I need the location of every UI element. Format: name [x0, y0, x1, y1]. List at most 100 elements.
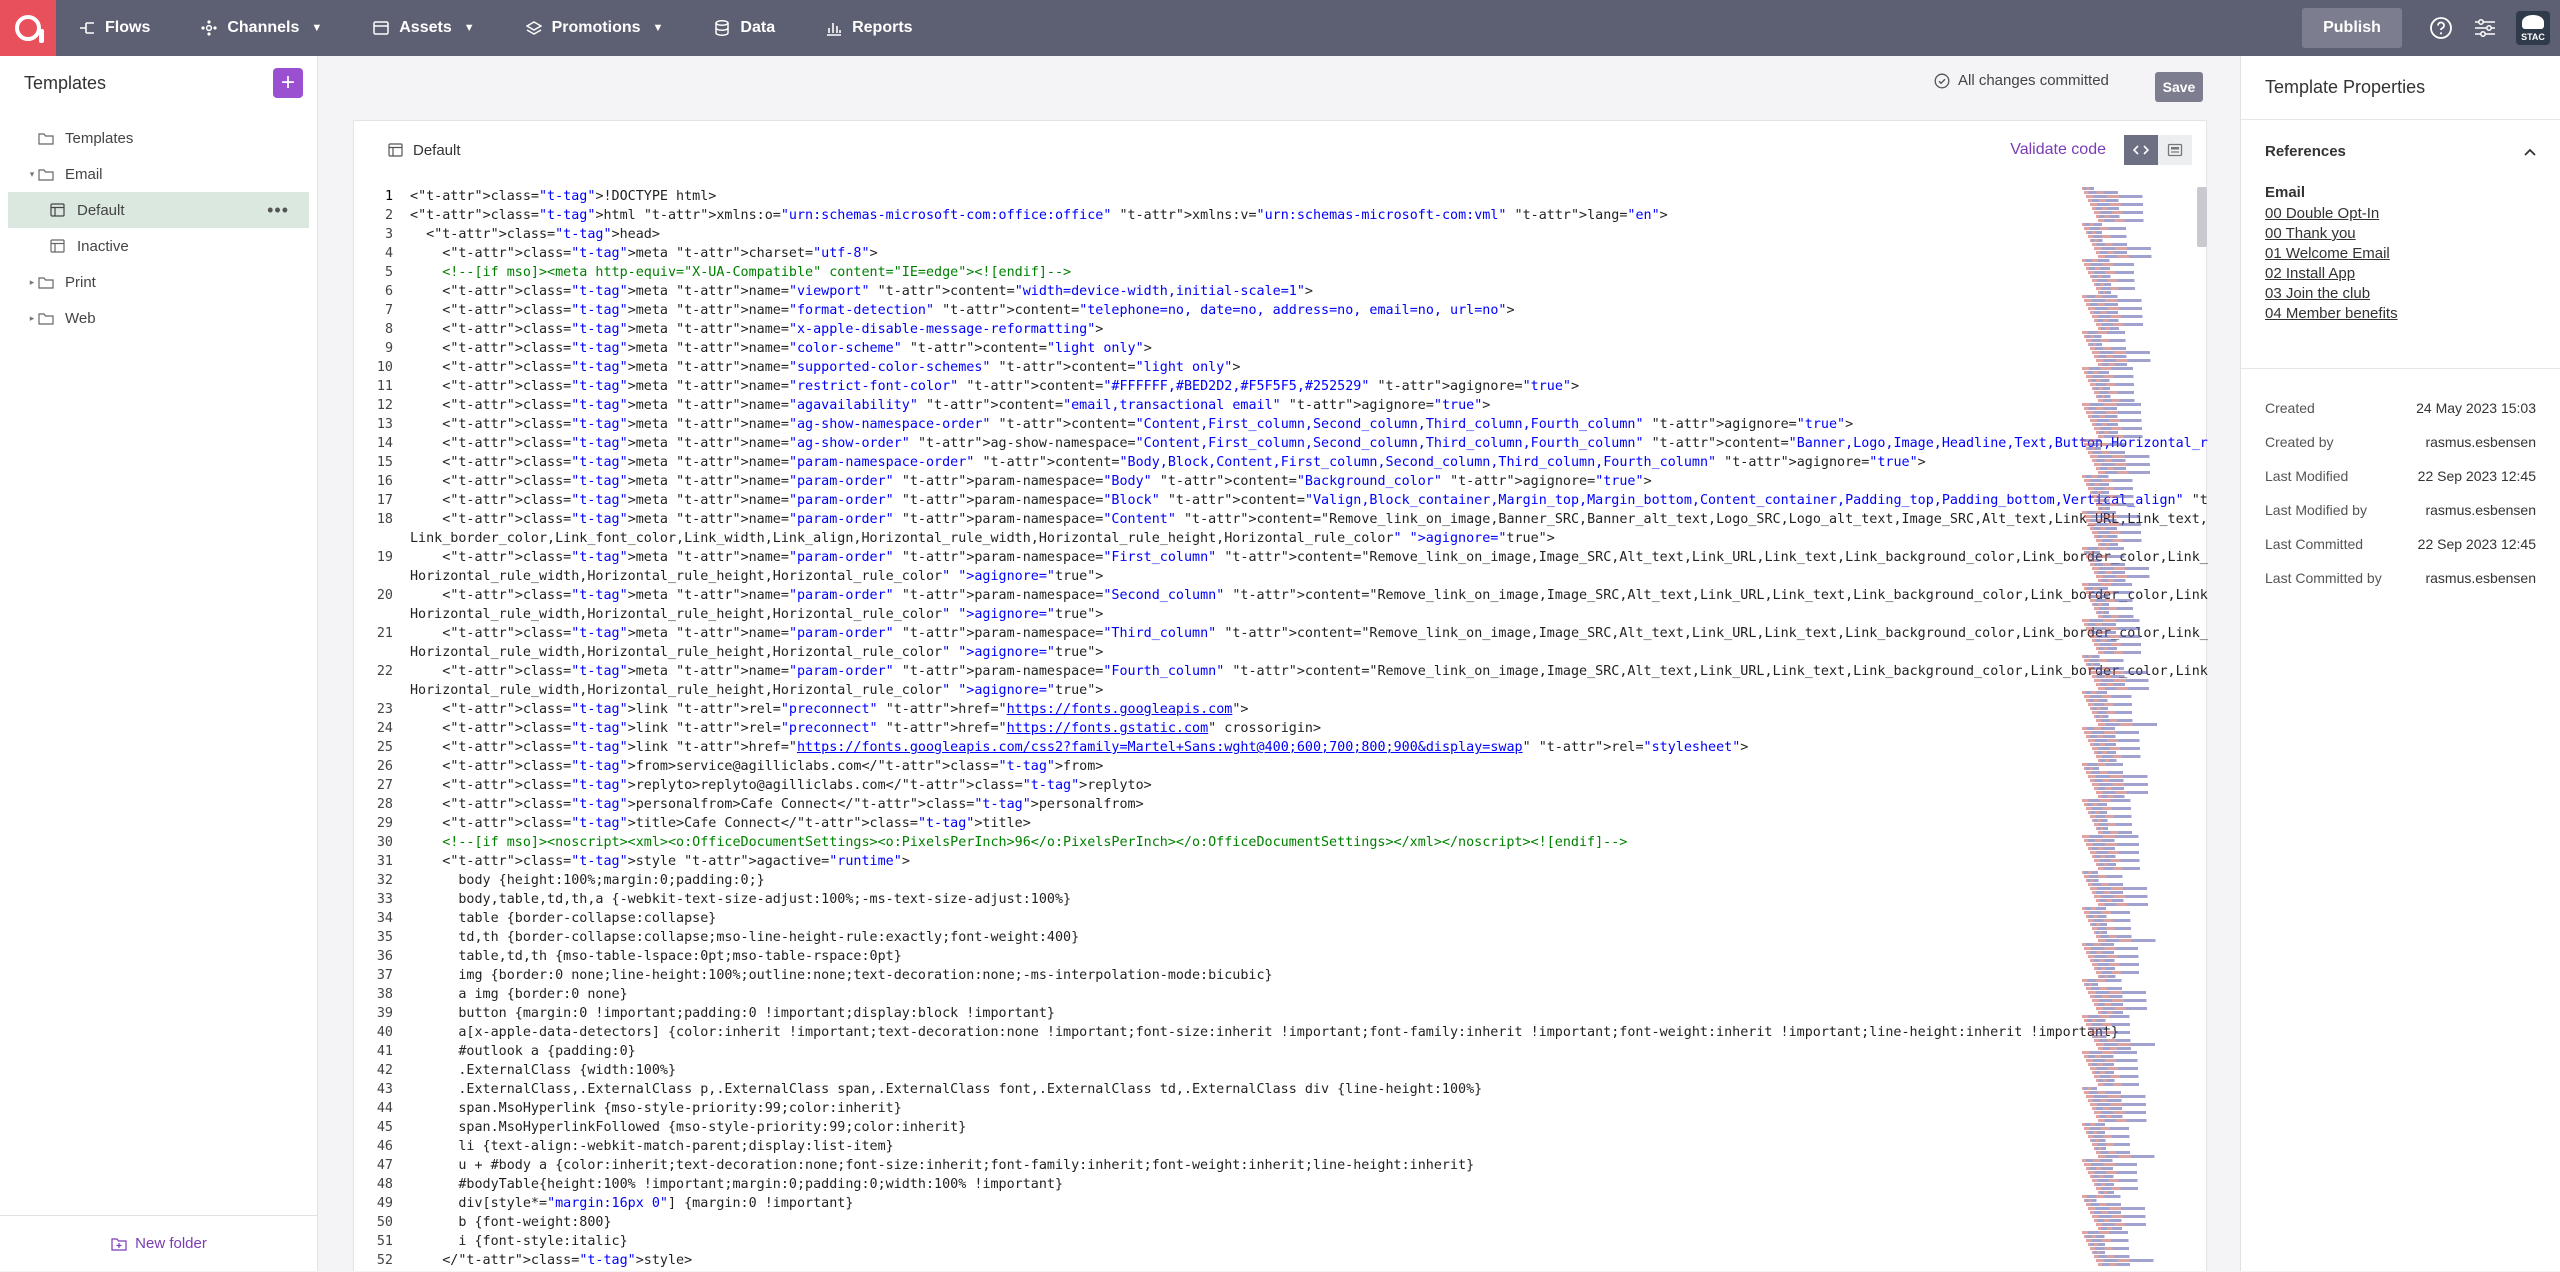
code-line[interactable]: 31 <"t-attr">class="t-tag">style "t-attr…	[354, 852, 2074, 871]
code-area[interactable]: 1 <"t-attr">class="t-tag">!DOCTYPE html> 2…	[354, 187, 2208, 1272]
settings-sliders-icon[interactable]	[2472, 15, 2498, 41]
code-line[interactable]: 43 .ExternalClass,.ExternalClass p,.Exte…	[354, 1080, 2074, 1099]
code-line[interactable]: 49 div[style*="margin:16px 0"] {margin:0…	[354, 1194, 2074, 1213]
code-line[interactable]: 24 <"t-attr">class="t-tag">link "t-attr"…	[354, 719, 2074, 738]
add-template-button[interactable]: +	[273, 68, 303, 98]
code-line[interactable]: 3 <"t-attr">class="t-tag">head>	[354, 225, 2074, 244]
code-line[interactable]: 51 i {font-style:italic}	[354, 1232, 2074, 1251]
code-line[interactable]: 47 u + #body a {color:inherit;text-decor…	[354, 1156, 2074, 1175]
more-options-icon[interactable]: •••	[267, 200, 289, 221]
code-minimap[interactable]	[2082, 187, 2194, 1272]
code-line[interactable]: 13 <"t-attr">class="t-tag">meta "t-attr"…	[354, 415, 2074, 434]
code-line[interactable]: 10 <"t-attr">class="t-tag">meta "t-attr"…	[354, 358, 2074, 377]
code-line[interactable]: Horizontal_rule_width,Horizontal_rule_he…	[354, 567, 2074, 586]
code-line[interactable]: 21 <"t-attr">class="t-tag">meta "t-attr"…	[354, 624, 2208, 643]
new-folder-button[interactable]: New folder	[0, 1215, 318, 1271]
code-line[interactable]: 23 <"t-attr">class="t-tag">link "t-attr"…	[354, 700, 2074, 719]
code-line[interactable]: 25 <"t-attr">class="t-tag">link "t-attr"…	[354, 738, 2074, 757]
code-line[interactable]: Horizontal_rule_width,Horizontal_rule_he…	[354, 643, 2074, 662]
code-line[interactable]: 1 <"t-attr">class="t-tag">!DOCTYPE html>	[354, 187, 2074, 206]
code-line[interactable]: 7 <"t-attr">class="t-tag">meta "t-attr">…	[354, 301, 2074, 320]
code-line[interactable]: 4 <"t-attr">class="t-tag">meta "t-attr">…	[354, 244, 2074, 263]
code-line[interactable]: 16 <"t-attr">class="t-tag">meta "t-attr"…	[354, 472, 2074, 491]
code-line[interactable]: 9 <"t-attr">class="t-tag">meta "t-attr">…	[354, 339, 2074, 358]
code-line[interactable]: 36 table,td,th {mso-table-lspace:0pt;mso…	[354, 947, 2074, 966]
scrollbar-thumb[interactable]	[2197, 187, 2207, 247]
reference-link[interactable]: 00 Double Opt-In	[2265, 204, 2536, 224]
nav-promotions[interactable]: Promotions ▼	[525, 0, 663, 56]
code-lines[interactable]: 1 <"t-attr">class="t-tag">!DOCTYPE html> 2…	[354, 187, 2208, 1270]
code-line[interactable]: 26 <"t-attr">class="t-tag">from>service@…	[354, 757, 2074, 776]
line-number: 50	[376, 1215, 393, 1230]
help-icon[interactable]	[2428, 15, 2454, 41]
tree-item-print[interactable]: ▸ Print	[0, 264, 317, 300]
code-line[interactable]: 41 #outlook a {padding:0}	[354, 1042, 2074, 1061]
user-avatar[interactable]: STAC	[2516, 11, 2550, 45]
code-line[interactable]: 34 table {border-collapse:collapse}	[354, 909, 2074, 928]
nav-assets[interactable]: Assets ▼	[372, 0, 475, 56]
publish-button[interactable]: Publish	[2302, 8, 2402, 48]
preview-view-icon[interactable]	[2158, 135, 2192, 165]
code-line[interactable]: 38 a img {border:0 none}	[354, 985, 2074, 1004]
tree-item-email[interactable]: ▾ Email	[0, 156, 317, 192]
code-line[interactable]: 5 <!--[if mso]><meta http-equiv="X-UA-Co…	[354, 263, 2074, 282]
code-line[interactable]: 19 <"t-attr">class="t-tag">meta "t-attr"…	[354, 548, 2208, 567]
save-button[interactable]: Save	[2155, 72, 2203, 102]
code-line[interactable]: Horizontal_rule_width,Horizontal_rule_he…	[354, 605, 2074, 624]
code-line[interactable]: 44 span.MsoHyperlink {mso-style-priority…	[354, 1099, 2074, 1118]
code-line[interactable]: 45 span.MsoHyperlinkFollowed {mso-style-…	[354, 1118, 2074, 1137]
minimap-line	[2094, 751, 2131, 754]
reference-link[interactable]: 00 Thank you	[2265, 224, 2536, 244]
code-line[interactable]: 33 body,table,td,th,a {-webkit-text-size…	[354, 890, 2074, 909]
code-line[interactable]: 12 <"t-attr">class="t-tag">meta "t-attr"…	[354, 396, 2074, 415]
code-line[interactable]: 37 img {border:0 none;line-height:100%;o…	[354, 966, 2074, 985]
code-line[interactable]: 29 <"t-attr">class="t-tag">title>Cafe Co…	[354, 814, 2074, 833]
code-line[interactable]: 52 </"t-attr">class="t-tag">style>	[354, 1251, 2074, 1270]
code-line[interactable]: 22 <"t-attr">class="t-tag">meta "t-attr"…	[354, 662, 2208, 681]
code-line[interactable]: 35 td,th {border-collapse:collapse;mso-l…	[354, 928, 2074, 947]
reference-link[interactable]: 02 Install App	[2265, 264, 2536, 284]
nav-flows[interactable]: Flows	[78, 0, 150, 56]
chevron-up-icon[interactable]	[2524, 143, 2536, 160]
code-line[interactable]: 50 b {font-weight:800}	[354, 1213, 2074, 1232]
validate-code-link[interactable]: Validate code	[2010, 141, 2106, 159]
reference-link[interactable]: 01 Welcome Email	[2265, 244, 2536, 264]
tree-item-inactive[interactable]: Inactive	[0, 228, 317, 264]
code-line[interactable]: 8 <"t-attr">class="t-tag">meta "t-attr">…	[354, 320, 2074, 339]
code-line[interactable]: 27 <"t-attr">class="t-tag">replyto>reply…	[354, 776, 2074, 795]
minimap-line	[2088, 199, 2139, 202]
references-header[interactable]: References	[2265, 120, 2536, 182]
minimap-line	[2090, 1247, 2155, 1250]
nav-channels[interactable]: Channels ▼	[200, 0, 322, 56]
code-line[interactable]: Link_border_color,Link_font_color,Link_w…	[354, 529, 2074, 548]
code-line[interactable]: 42 .ExternalClass {width:100%}	[354, 1061, 2074, 1080]
code-line[interactable]: 40 a[x-apple-data-detectors] {color:inhe…	[354, 1023, 2119, 1042]
reference-link[interactable]: 03 Join the club	[2265, 284, 2536, 304]
chevron-down-icon[interactable]: ▾	[26, 169, 38, 180]
code-line[interactable]: 6 <"t-attr">class="t-tag">meta "t-attr">…	[354, 282, 2074, 301]
code-line[interactable]: 20 <"t-attr">class="t-tag">meta "t-attr"…	[354, 586, 2208, 605]
code-line[interactable]: 28 <"t-attr">class="t-tag">personalfrom>…	[354, 795, 2074, 814]
tree-item-default[interactable]: Default •••	[8, 192, 309, 228]
code-line[interactable]: 11 <"t-attr">class="t-tag">meta "t-attr"…	[354, 377, 2074, 396]
code-line[interactable]: 46 li {text-align:-webkit-match-parent;d…	[354, 1137, 2074, 1156]
tree-item-templates[interactable]: Templates	[0, 120, 317, 156]
chevron-right-icon[interactable]: ▸	[26, 277, 38, 288]
tree-item-web[interactable]: ▸ Web	[0, 300, 317, 336]
code-line[interactable]: 48 #bodyTable{height:100% !important;mar…	[354, 1175, 2074, 1194]
code-line[interactable]: 17 <"t-attr">class="t-tag">meta "t-attr"…	[354, 491, 2208, 510]
code-line[interactable]: 18 <"t-attr">class="t-tag">meta "t-attr"…	[354, 510, 2208, 529]
nav-data[interactable]: Data	[713, 0, 775, 56]
app-logo[interactable]	[0, 0, 56, 56]
code-line[interactable]: Horizontal_rule_width,Horizontal_rule_he…	[354, 681, 2074, 700]
code-line[interactable]: 14 <"t-attr">class="t-tag">meta "t-attr"…	[354, 434, 2208, 453]
chevron-right-icon[interactable]: ▸	[26, 313, 38, 324]
code-line[interactable]: 39 button {margin:0 !important;padding:0…	[354, 1004, 2074, 1023]
reference-link[interactable]: 04 Member benefits	[2265, 304, 2536, 324]
code-view-icon[interactable]	[2124, 135, 2158, 165]
nav-reports[interactable]: Reports	[825, 0, 913, 56]
code-line[interactable]: 15 <"t-attr">class="t-tag">meta "t-attr"…	[354, 453, 2074, 472]
code-line[interactable]: 2 <"t-attr">class="t-tag">html "t-attr">x…	[354, 206, 2074, 225]
code-line[interactable]: 30 <!--[if mso]><noscript><xml><o:Office…	[354, 833, 2074, 852]
code-line[interactable]: 32 body {height:100%;margin:0;padding:0;…	[354, 871, 2074, 890]
